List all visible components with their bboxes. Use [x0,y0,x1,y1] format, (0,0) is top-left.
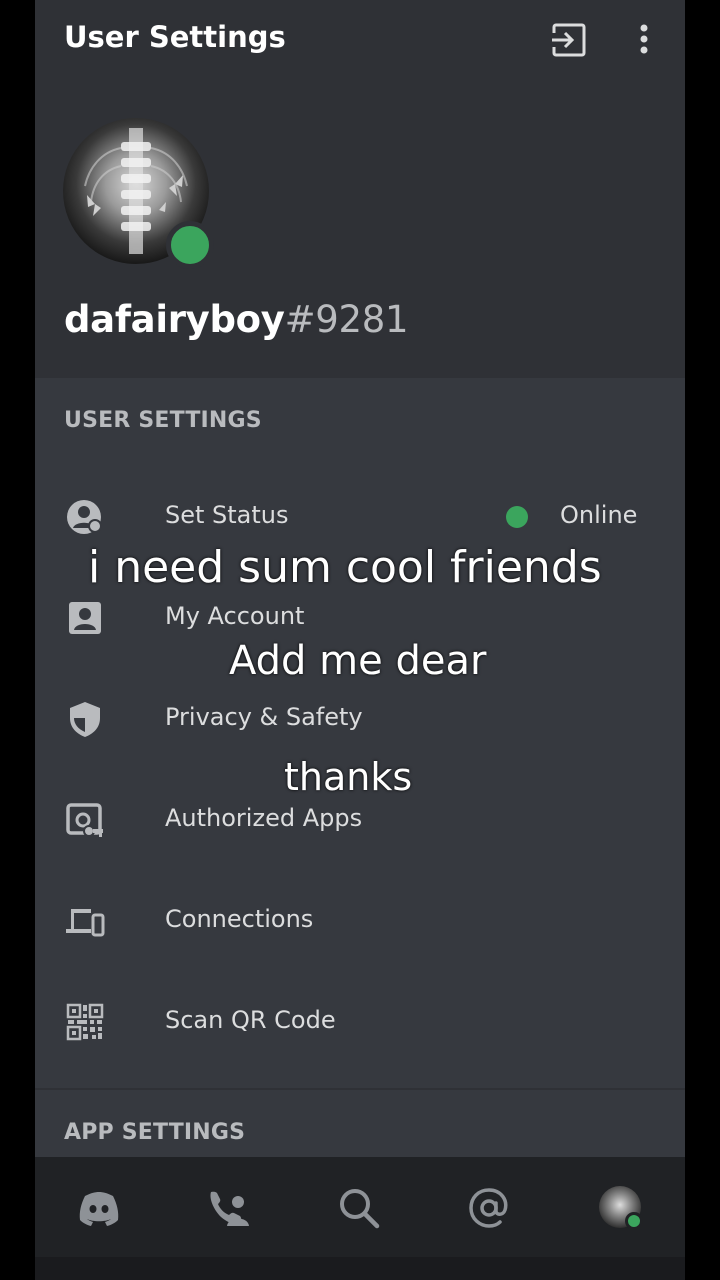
online-dot [506,506,528,528]
status-value: Online [560,501,638,529]
caption-line-1: i need sum cool friends [88,542,602,593]
connections-label: Connections [165,905,314,933]
caption-line-2: Add me dear [229,638,487,684]
app-settings-section-label: APP SETTINGS [64,1120,246,1145]
authorized-apps-icon [66,803,103,837]
profile-header: User Settings dafairyboy#9281 [35,0,685,378]
settings-screen: User Settings dafairyboy#9281 USER SETTI… [35,0,685,1280]
status-icon [67,500,102,534]
shield-icon [70,702,100,737]
section-divider [35,1088,685,1090]
username-text: dafairyboy [64,298,285,341]
privacy-safety-row[interactable]: Privacy & Safety [35,679,685,759]
authorized-apps-label: Authorized Apps [165,804,363,832]
devices-icon [66,909,105,937]
caption-line-3: thanks [284,755,413,799]
mentions-icon[interactable] [465,1184,513,1232]
user-settings-section-label: USER SETTINGS [64,408,262,433]
discriminator: #9281 [284,298,409,341]
connections-row[interactable]: Connections [35,881,685,961]
friends-icon[interactable] [205,1184,253,1232]
account-icon [69,602,101,634]
privacy-safety-label: Privacy & Safety [165,703,363,731]
search-icon[interactable] [335,1184,383,1232]
system-nav-strip [35,1257,685,1280]
my-account-label: My Account [165,602,305,630]
bottom-tab-bar [35,1157,685,1257]
username: dafairyboy#9281 [64,298,409,341]
logout-icon[interactable] [550,20,590,60]
qr-code-icon [66,1003,104,1041]
more-options-icon[interactable] [631,20,657,60]
online-status-indicator [166,221,214,269]
scan-qr-code-row[interactable]: Scan QR Code [35,982,685,1062]
scan-qr-code-label: Scan QR Code [165,1006,336,1034]
home-icon[interactable] [75,1184,123,1232]
set-status-label: Set Status [165,501,289,529]
page-title: User Settings [64,20,286,54]
profile-status-dot [625,1212,643,1230]
